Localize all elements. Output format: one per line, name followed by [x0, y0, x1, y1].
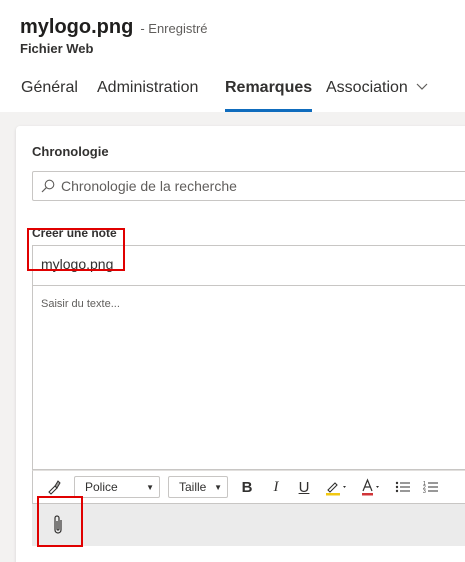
highlight-icon [326, 482, 346, 496]
numbered-list-icon: 1 2 3 [423, 481, 438, 494]
font-family-select[interactable]: Police ▼ [74, 476, 160, 498]
timeline-search-input[interactable] [61, 178, 441, 194]
timeline-card: Chronologie Créer une note mylogo.png Sa… [16, 126, 465, 562]
timeline-title: Chronologie [32, 144, 109, 159]
caret-down-icon: ▼ [146, 482, 154, 492]
tab-bar: Général Administration Remarques Associa… [0, 76, 465, 112]
font-color-button[interactable] [360, 474, 384, 500]
tab-association[interactable]: Association [326, 76, 429, 112]
format-painter-icon [48, 480, 61, 495]
content-canvas: Chronologie Créer une note mylogo.png Sa… [0, 112, 465, 562]
tab-general[interactable]: Général [21, 76, 78, 112]
entity-name: Fichier Web [20, 41, 94, 56]
highlight-box-attachment [37, 496, 83, 547]
chevron-down-icon [416, 83, 428, 90]
bullet-list-icon [395, 481, 410, 493]
note-body-editor[interactable]: Saisir du texte... [32, 285, 465, 470]
rich-text-toolbar: Police ▼ Taille ▼ B I U 1 2 3 [32, 470, 465, 504]
save-status: - Enregistré [140, 21, 208, 36]
italic-button[interactable]: I [268, 474, 284, 500]
svg-text:3: 3 [423, 489, 426, 494]
font-size-label: Taille [179, 480, 207, 494]
tab-remarques[interactable]: Remarques [225, 76, 313, 112]
tab-administration-label: Administration [97, 79, 199, 96]
tab-remarques-label: Remarques [225, 79, 313, 96]
title-row: mylogo.png - Enregistré [20, 16, 208, 39]
font-color-icon [362, 478, 379, 496]
attachment-bar [32, 504, 465, 546]
tab-administration[interactable]: Administration [97, 76, 198, 112]
caret-down-icon: ▼ [214, 482, 222, 492]
font-size-select[interactable]: Taille ▼ [168, 476, 228, 498]
bullet-list-button[interactable] [394, 474, 412, 500]
underline-button[interactable]: U [296, 474, 312, 500]
highlight-box-note-title [27, 228, 125, 271]
highlight-color-button[interactable] [324, 474, 350, 500]
note-body-placeholder: Saisir du texte... [41, 298, 120, 310]
record-header: mylogo.png - Enregistré Fichier Web Géné… [0, 0, 465, 112]
numbered-list-button[interactable]: 1 2 3 [422, 474, 440, 500]
timeline-search-box[interactable] [32, 171, 465, 201]
tab-association-label: Association [326, 79, 408, 96]
bold-button[interactable]: B [238, 474, 256, 500]
search-icon [41, 179, 55, 193]
tab-general-label: Général [21, 79, 78, 96]
font-family-label: Police [85, 480, 118, 494]
record-title: mylogo.png [20, 16, 134, 38]
